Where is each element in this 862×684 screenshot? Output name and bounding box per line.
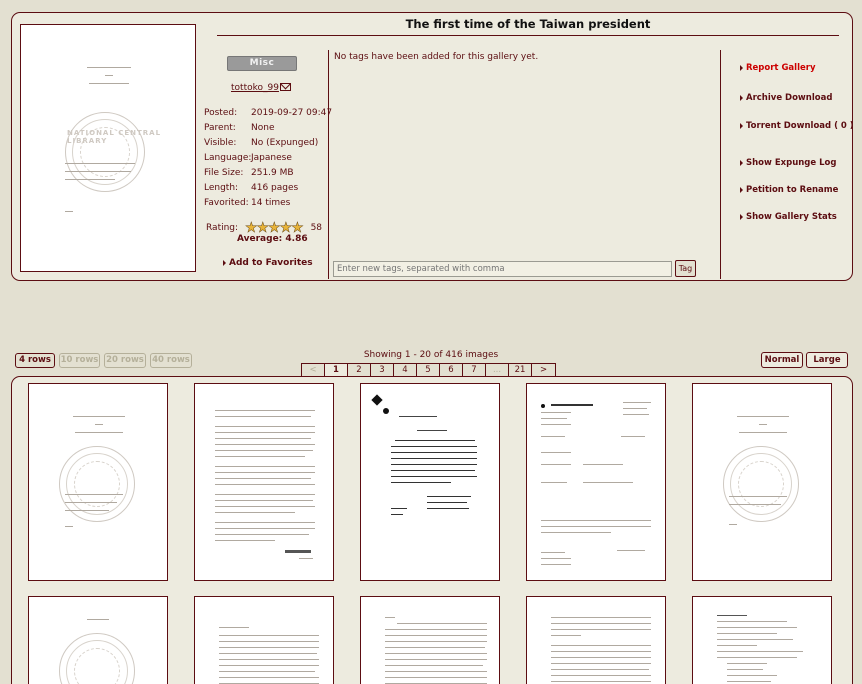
arrow-right-icon: [740, 122, 743, 129]
rows-40-button[interactable]: 40 rows: [150, 353, 192, 368]
meta-value: 14 times: [251, 198, 291, 208]
meta-value: Japanese: [251, 153, 292, 163]
page-21-button[interactable]: 21: [509, 364, 532, 376]
title-divider: [217, 35, 839, 36]
action-label: Petition to Rename: [746, 185, 839, 195]
meta-row: Length: 416 pages: [204, 181, 332, 196]
meta-row: File Size: 251.9 MB: [204, 166, 332, 181]
rating-average: Average: 4.86: [237, 234, 308, 244]
meta-row: Visible: No (Expunged): [204, 136, 332, 151]
tag-button[interactable]: Tag: [675, 260, 696, 277]
next-page-button[interactable]: >: [532, 364, 555, 376]
action-label: Archive Download: [746, 93, 833, 103]
action-label: Show Expunge Log: [746, 158, 837, 168]
thumbnail[interactable]: [360, 383, 500, 581]
page-4-button[interactable]: 4: [394, 364, 417, 376]
meta-value: 416 pages: [251, 183, 299, 193]
thumbnail[interactable]: [526, 383, 666, 581]
cover-image[interactable]: NATIONAL CENTRAL LIBRARY: [20, 24, 196, 272]
uploader-link[interactable]: tottoko_99: [231, 83, 279, 93]
gallery-title: The first time of the Taiwan president: [405, 17, 651, 31]
meta-value: None: [251, 123, 275, 133]
arrow-right-icon: [740, 186, 743, 193]
thumbnail[interactable]: [360, 596, 500, 684]
page-3-button[interactable]: 3: [371, 364, 394, 376]
mail-icon[interactable]: [280, 83, 291, 91]
thumbnail[interactable]: [526, 596, 666, 684]
seal-text: NATIONAL CENTRAL LIBRARY: [67, 129, 162, 145]
thumbnail[interactable]: [28, 596, 168, 684]
arrow-right-icon: [223, 259, 226, 266]
category-badge[interactable]: Misc: [227, 56, 297, 71]
meta-key: File Size:: [204, 168, 244, 178]
rating-label: Rating:: [206, 223, 239, 233]
meta-row: Posted: 2019-09-27 09:47: [204, 106, 332, 121]
page-7-button[interactable]: 7: [463, 364, 486, 376]
page-1-button[interactable]: 1: [325, 364, 348, 376]
rows-4-button[interactable]: 4 rows: [15, 353, 55, 368]
action-report-gallery[interactable]: Report Gallery: [740, 63, 816, 73]
showing-count: Showing 1 - 20 of 416 images: [363, 350, 499, 360]
thumbnail[interactable]: [692, 383, 832, 581]
thumbnail[interactable]: [28, 383, 168, 581]
divider-left: [328, 50, 329, 279]
action-archive-download[interactable]: Archive Download: [740, 93, 832, 103]
divider-right: [720, 50, 721, 279]
arrow-right-icon: [740, 94, 743, 101]
pagination: <1 2 3 4 5 6 7... 21 >: [301, 363, 556, 376]
action-label: Report Gallery: [746, 63, 816, 73]
action-label: Show Gallery Stats: [746, 212, 837, 222]
arrow-right-icon: [740, 213, 743, 220]
meta-key: Visible:: [204, 138, 237, 148]
action-show-gallery-stats[interactable]: Show Gallery Stats: [740, 212, 837, 222]
action-show-expunge-log[interactable]: Show Expunge Log: [740, 158, 836, 168]
action-label: Torrent Download ( 0 ): [746, 121, 854, 131]
meta-row: Parent: None: [204, 121, 332, 136]
meta-key: Language:: [204, 153, 252, 163]
large-size-button[interactable]: Large: [806, 352, 848, 368]
meta-key: Posted:: [204, 108, 238, 118]
meta-value: 2019-09-27 09:47: [251, 108, 333, 118]
meta-key: Length:: [204, 183, 239, 193]
tag-input[interactable]: [333, 261, 672, 277]
page-2-button[interactable]: 2: [348, 364, 371, 376]
action-torrent-download-0[interactable]: Torrent Download ( 0 ): [740, 121, 854, 131]
arrow-right-icon: [740, 159, 743, 166]
thumbnail[interactable]: [194, 383, 334, 581]
meta-row: Favorited: 14 times: [204, 196, 332, 211]
rows-20-button[interactable]: 20 rows: [104, 353, 146, 368]
gallery-info-panel: NATIONAL CENTRAL LIBRARY The first time …: [11, 12, 854, 281]
rating-count: 58: [310, 223, 323, 233]
page-6-button[interactable]: 6: [440, 364, 463, 376]
page-5-button[interactable]: 5: [417, 364, 440, 376]
add-favorites-link[interactable]: Add to Favorites: [223, 258, 313, 268]
page-ellipsis: ...: [486, 364, 509, 376]
meta-key: Favorited:: [204, 198, 249, 208]
add-favorites-label: Add to Favorites: [229, 258, 313, 268]
meta-value: No (Expunged): [251, 138, 319, 148]
thumbnail[interactable]: [692, 596, 832, 684]
meta-key: Parent:: [204, 123, 236, 133]
rows-10-button[interactable]: 10 rows: [59, 353, 100, 368]
normal-size-button[interactable]: Normal: [761, 352, 803, 368]
arrow-right-icon: [740, 64, 743, 71]
action-petition-to-rename[interactable]: Petition to Rename: [740, 185, 838, 195]
prev-page-button[interactable]: <: [302, 364, 325, 376]
thumbnail[interactable]: [194, 596, 334, 684]
thumbnail-grid: [11, 376, 853, 684]
no-tags-message: No tags have been added for this gallery…: [334, 52, 539, 62]
meta-row: Language:Japanese: [204, 151, 332, 166]
meta-value: 251.9 MB: [251, 168, 294, 178]
gallery-metadata: Posted: 2019-09-27 09:47 Parent: None Visibl…: [204, 106, 332, 211]
